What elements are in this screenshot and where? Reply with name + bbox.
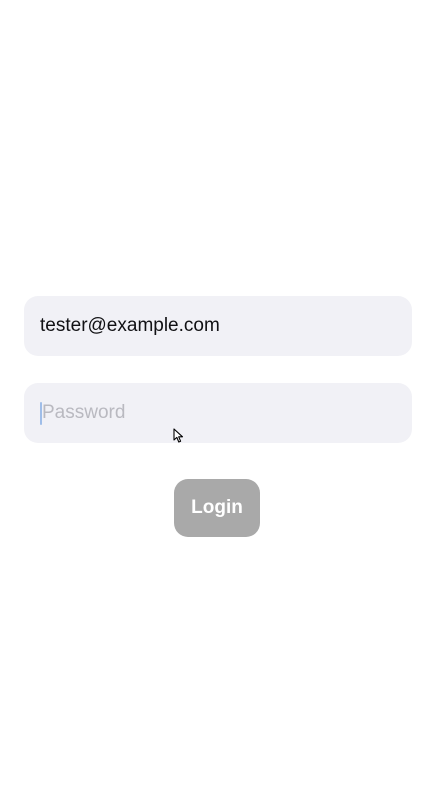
email-field[interactable]: tester@example.com [24,296,412,356]
email-value: tester@example.com [40,315,220,336]
login-button[interactable]: Login [174,479,260,537]
login-form: tester@example.com Password Login [0,0,438,800]
password-field[interactable]: Password [24,383,412,443]
password-placeholder: Password [42,402,126,423]
